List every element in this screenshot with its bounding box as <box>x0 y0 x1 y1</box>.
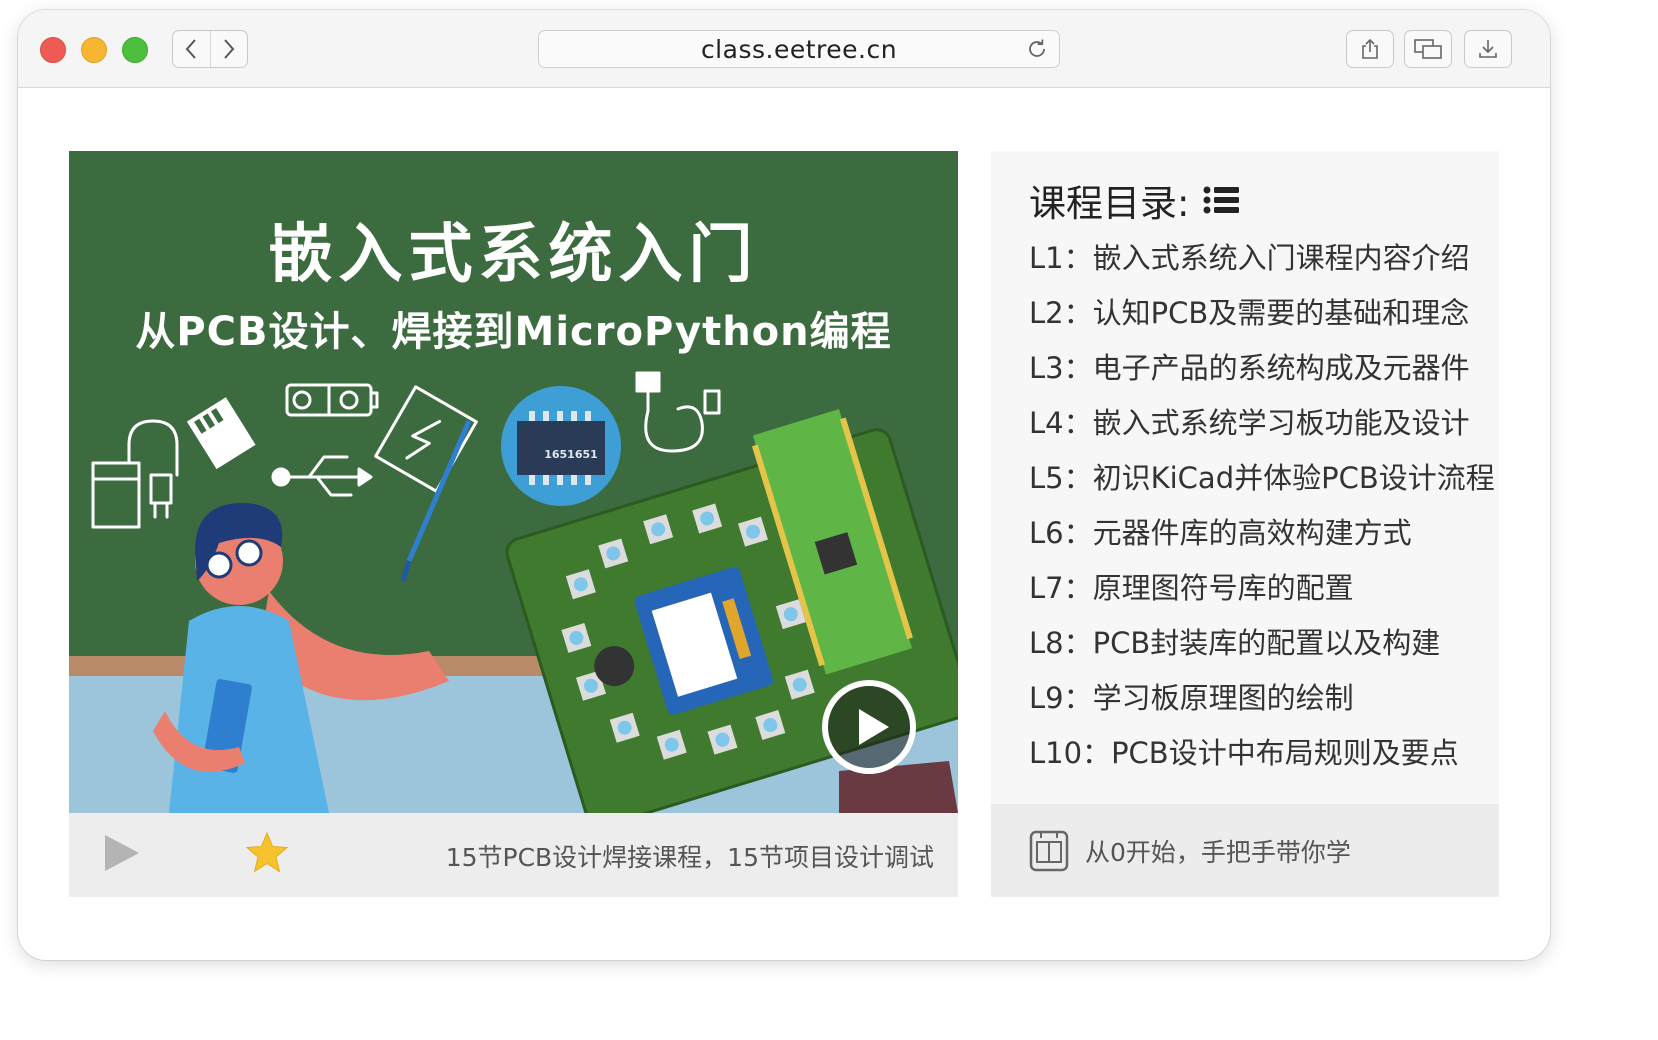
lesson-item[interactable]: L4： 嵌入式系统学习板功能及设计 <box>1029 400 1495 455</box>
lesson-code: L7： <box>1029 571 1093 605</box>
address-bar[interactable]: class.eetree.cn <box>538 30 1060 68</box>
downloads-button[interactable] <box>1464 30 1512 68</box>
book-icon <box>1029 830 1069 872</box>
chevron-right-icon <box>224 39 235 59</box>
lesson-code: L9： <box>1029 681 1093 715</box>
course-heading-text: 课程目录: <box>1029 182 1190 225</box>
lesson-code: L4： <box>1029 406 1093 440</box>
lesson-code: L10： <box>1029 736 1112 770</box>
forward-button[interactable] <box>209 31 248 67</box>
address-url: class.eetree.cn <box>700 34 898 64</box>
lesson-list: L1： 嵌入式系统入门课程内容介绍 L2： 认知PCB及需要的基础和理念 L3： 电子… <box>1029 235 1495 785</box>
video-card: 嵌入式系统入门 从PCB设计、焊接到MicroPython编程 1651651 … <box>69 151 958 897</box>
lesson-code: L5： <box>1029 461 1093 495</box>
chip-label: 1651651 <box>544 448 598 461</box>
big-play-icon[interactable] <box>821 679 917 775</box>
share-button[interactable] <box>1346 30 1394 68</box>
browser-window: class.eetree.cn 嵌入式系统入门 从PCB设计、焊接到MicroP… <box>18 10 1550 960</box>
tabs-icon <box>1414 39 1442 59</box>
lesson-title: PCB封装库的配置以及构建 <box>1092 626 1441 660</box>
download-icon <box>1479 40 1497 58</box>
share-icon <box>1362 38 1378 59</box>
star-icon[interactable] <box>245 831 289 875</box>
close-window-button[interactable] <box>40 37 66 63</box>
lesson-title: 嵌入式系统入门课程内容介绍 <box>1092 241 1470 275</box>
chevron-left-icon <box>185 39 196 59</box>
lesson-item[interactable]: L1： 嵌入式系统入门课程内容介绍 <box>1029 235 1495 290</box>
lesson-code: L3： <box>1029 351 1093 385</box>
lesson-title: 原理图符号库的配置 <box>1092 571 1354 605</box>
lesson-item[interactable]: L5： 初识KiCad并体验PCB设计流程 <box>1029 455 1495 510</box>
lesson-item[interactable]: L3： 电子产品的系统构成及元器件 <box>1029 345 1495 400</box>
browser-toolbar: class.eetree.cn <box>18 10 1550 88</box>
lesson-item[interactable]: L2： 认知PCB及需要的基础和理念 <box>1029 290 1495 345</box>
list-icon <box>1203 186 1240 214</box>
lesson-item[interactable]: L6： 元器件库的高效构建方式 <box>1029 510 1495 565</box>
lesson-item[interactable]: L8： PCB封装库的配置以及构建 <box>1029 620 1495 675</box>
lesson-title: 初识KiCad并体验PCB设计流程 <box>1092 461 1495 495</box>
lesson-item[interactable]: L10： PCB设计中布局规则及要点 <box>1029 730 1495 785</box>
video-description: 15节PCB设计焊接课程，15节项目设计调试 <box>445 843 934 872</box>
video-poster[interactable]: 嵌入式系统入门 从PCB设计、焊接到MicroPython编程 1651651 <box>69 151 958 813</box>
lesson-title: 电子产品的系统构成及元器件 <box>1092 351 1470 385</box>
back-button[interactable] <box>173 31 210 67</box>
course-catalog: 课程目录: L1： 嵌入式系统入门课程内容介绍 L2： 认知PCB及需要的基础和理念… <box>991 151 1499 897</box>
play-icon[interactable] <box>101 833 141 873</box>
course-footer: 从0开始，手把手带你学 <box>991 804 1499 897</box>
poster-subtitle: 从PCB设计、焊接到MicroPython编程 <box>135 309 892 355</box>
minimize-window-button[interactable] <box>81 37 107 63</box>
video-card-footer: 15节PCB设计焊接课程，15节项目设计调试 <box>69 813 958 897</box>
course-heading: 课程目录: <box>1029 173 1240 227</box>
reload-icon[interactable] <box>1025 37 1049 61</box>
course-tagline: 从0开始，手把手带你学 <box>1085 838 1351 867</box>
zoom-window-button[interactable] <box>122 37 148 63</box>
lesson-title: 学习板原理图的绘制 <box>1092 681 1354 715</box>
lesson-code: L8： <box>1029 626 1093 660</box>
lesson-title: 认知PCB及需要的基础和理念 <box>1092 296 1470 330</box>
poster-title: 嵌入式系统入门 <box>268 218 759 292</box>
lesson-code: L2： <box>1029 296 1093 330</box>
lesson-code: L6： <box>1029 516 1093 550</box>
lesson-code: L1： <box>1029 241 1093 275</box>
lesson-title: 元器件库的高效构建方式 <box>1092 516 1412 550</box>
tabs-overview-button[interactable] <box>1404 30 1452 68</box>
history-nav <box>172 30 248 68</box>
lesson-title: 嵌入式系统学习板功能及设计 <box>1092 406 1470 440</box>
lesson-title: PCB设计中布局规则及要点 <box>1111 736 1459 770</box>
lesson-item[interactable]: L7： 原理图符号库的配置 <box>1029 565 1495 620</box>
lesson-item[interactable]: L9： 学习板原理图的绘制 <box>1029 675 1495 730</box>
